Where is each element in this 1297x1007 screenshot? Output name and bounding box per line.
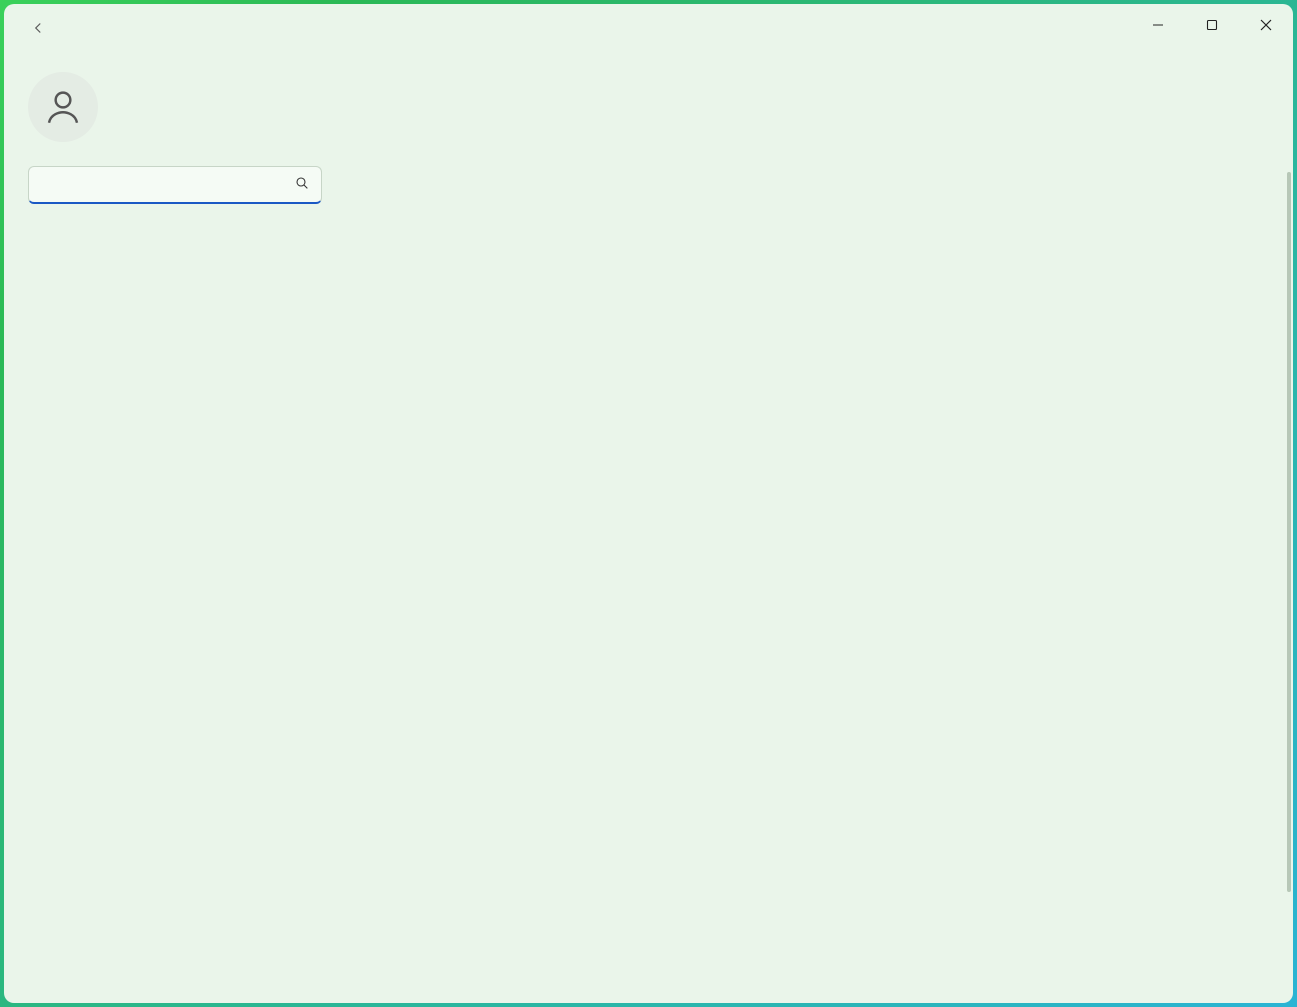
close-icon [1260,19,1272,31]
main-panel [344,52,1293,1003]
avatar [28,72,98,142]
search-icon [294,175,310,195]
settings-list [400,100,1265,120]
close-button[interactable] [1239,4,1293,46]
minimize-button[interactable] [1131,4,1185,46]
settings-window [4,4,1293,1003]
person-icon [42,86,84,128]
minimize-icon [1152,19,1164,31]
search-input[interactable] [28,166,322,204]
content-area [4,52,1293,1003]
maximize-icon [1206,19,1218,31]
titlebar [4,4,1293,52]
scrollbar[interactable] [1287,172,1291,892]
search-wrap [28,166,322,204]
arrow-left-icon [29,19,47,37]
back-button[interactable] [20,10,56,46]
window-controls [1131,4,1293,46]
sidebar [4,52,344,1003]
maximize-button[interactable] [1185,4,1239,46]
profile-block[interactable] [18,64,332,162]
